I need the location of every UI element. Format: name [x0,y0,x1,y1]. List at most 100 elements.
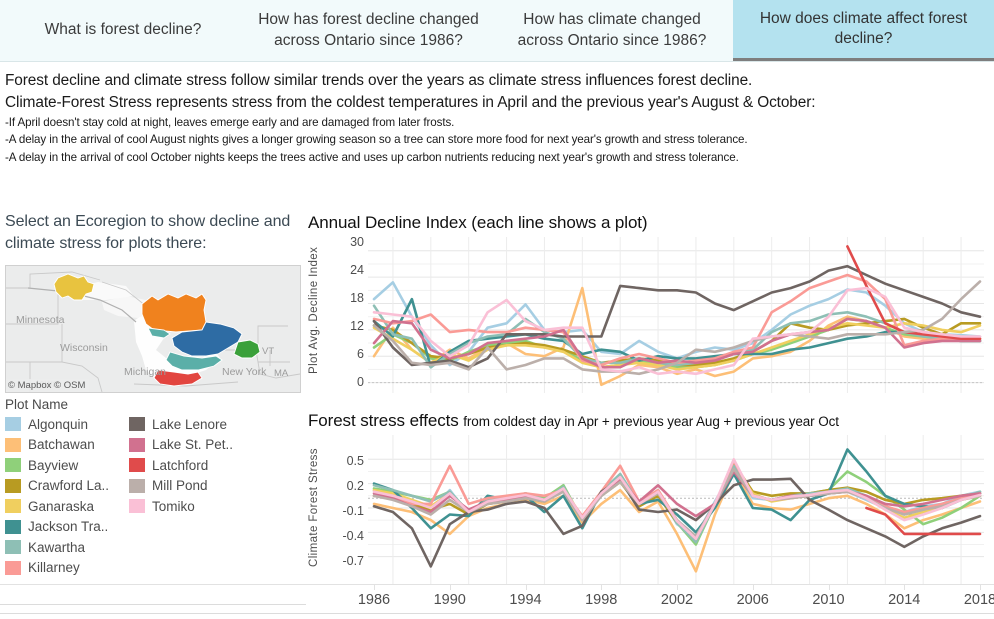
legend-item-jackson-tract[interactable]: Jackson Tra.. [5,517,129,538]
x-tick-1986: 1986 [357,592,391,608]
sidebar-divider [0,604,306,605]
x-tick-1998: 1998 [585,592,618,608]
y-tick: -0.7 [342,554,364,568]
legend-swatch [129,417,145,432]
ecoregion-map[interactable]: Minnesota Wisconsin Michigan New York Io… [5,265,301,394]
question-tab-bar: What is forest decline? How has forest d… [0,0,994,62]
bottom-chart-title: Forest stress effects from coldest day i… [306,411,994,431]
x-tick-2018: 2018 [963,592,994,608]
legend-label: Kawartha [28,539,86,555]
legend-label: Tomiko [152,498,195,514]
legend-swatch [5,540,21,555]
legend-label: Bayview [28,457,79,473]
legend-swatch [5,478,21,493]
top-chart-plot-area[interactable] [368,237,988,395]
legend-item-mill-pond[interactable]: Mill Pond [129,476,253,497]
tab-forest-decline-changed[interactable]: How has forest decline changed across On… [246,0,491,61]
legend-label: Killarney [28,560,80,576]
legend-item-ganaraska[interactable]: Ganaraska [5,496,129,517]
bottom-chart-plot-area[interactable] [368,435,988,585]
top-chart-title-sub: (each line shows a plot) [471,213,648,232]
legend-item-algonquin[interactable]: Algonquin [5,414,129,435]
legend-item-kawartha[interactable]: Kawartha [5,537,129,558]
tab-label: How has forest decline changed across On… [258,11,479,49]
bottom-chart-title-main: Forest stress effects [308,411,459,430]
legend-label: Crawford La.. [28,478,110,494]
tab-climate-affect-decline[interactable]: How does climate affect forest decline? [733,0,994,61]
legend-swatch [129,458,145,473]
legend-item-killarney[interactable]: Killarney [5,558,129,579]
x-tick-mark [525,585,527,590]
legend-label: Lake St. Pet.. [152,437,234,453]
legend-item-lake-lenore[interactable]: Lake Lenore [129,414,253,435]
top-chart-y-ticks: 30 24 18 12 6 0 [326,235,364,389]
legend-swatch [5,499,21,514]
narrative-bullet-3: -A delay in the arrival of cool October … [5,150,739,164]
x-tick-mark [828,585,830,590]
tab-climate-changed[interactable]: How has climate changed across Ontario s… [491,0,733,61]
bottom-chart-title-sub: from coldest day in Apr + previous year … [463,414,839,429]
map-region-orange [141,293,207,333]
y-tick: 0.2 [346,479,364,493]
y-tick: 24 [350,263,364,277]
legend-label: Algonquin [28,416,89,432]
y-tick: 18 [350,291,364,305]
y-tick: 30 [350,235,364,249]
annual-decline-index-chart[interactable]: Plot Avg. Decline Index 30 24 18 12 6 0 [306,235,994,397]
legend-item-batchawan[interactable]: Batchawan [5,435,129,456]
plot-name-legend: Plot Name Algonquin Batchawan Bayview Cr… [5,397,301,578]
x-tick-mark [374,585,375,590]
legend-swatch [5,417,21,432]
y-tick: 0 [357,375,364,389]
x-tick-2014: 2014 [888,592,921,608]
legend-swatch [129,478,145,493]
ecoregion-prompt: Select an Ecoregion to show decline and … [5,213,291,253]
legend-label: Lake Lenore [152,416,228,432]
forest-stress-effects-chart[interactable]: Climate Forest Stress 0.5 0.2 -0.1 -0.4 … [306,435,994,587]
tab-label: How has climate changed across Ontario s… [517,11,707,49]
x-tick-2010: 2010 [812,592,845,608]
legend-label: Latchford [152,457,209,473]
legend-label: Batchawan [28,437,95,453]
top-chart-y-axis-label: Plot Avg. Decline Index [308,246,320,375]
tab-label: What is forest decline? [44,21,202,39]
top-chart-title: Annual Decline Index (each line shows a … [306,205,994,233]
x-tick-mark [601,585,603,590]
narrative-text-block: Forest decline and climate stress follow… [0,62,994,171]
sidebar: Select an Ecoregion to show decline and … [0,205,306,618]
legend-label: Ganaraska [28,498,95,514]
footer-divider [0,613,994,614]
legend-item-crawford-lake[interactable]: Crawford La.. [5,476,129,497]
legend-swatch [5,519,21,534]
x-tick-mark [449,585,451,590]
x-tick-2006: 2006 [736,592,769,608]
legend-column-2: Lake Lenore Lake St. Pet.. Latchford Mil… [129,414,253,578]
y-tick: -0.4 [342,529,364,543]
legend-item-tomiko[interactable]: Tomiko [129,496,253,517]
bottom-chart-y-ticks: 0.5 0.2 -0.1 -0.4 -0.7 [322,435,364,583]
tab-what-is-forest-decline[interactable]: What is forest decline? [0,0,246,61]
y-tick: -0.1 [342,504,364,518]
legend-swatch [5,560,21,575]
narrative-line-2: Climate-Forest Stress represents stress … [5,93,816,111]
x-tick-mark [904,585,906,590]
charts-panel: Annual Decline Index (each line shows a … [306,205,994,618]
x-tick-mark [980,585,981,590]
x-tick-1990: 1990 [433,592,466,608]
legend-item-latchford[interactable]: Latchford [129,455,253,476]
legend-label: Mill Pond [152,478,208,494]
map-svg[interactable] [6,266,300,393]
top-chart-title-main: Annual Decline Index [308,213,467,232]
legend-item-lake-st-peter[interactable]: Lake St. Pet.. [129,435,253,456]
map-attribution: © Mapbox © OSM [6,379,90,393]
x-tick-mark [752,585,754,590]
narrative-bullet-1: -If April doesn't stay cold at night, le… [5,115,455,129]
x-tick-2002: 2002 [660,592,694,608]
y-tick: 12 [350,319,364,333]
legend-item-bayview[interactable]: Bayview [5,455,129,476]
legend-swatch [129,437,145,452]
map-region-green [233,339,261,359]
x-tick-mark [677,585,678,590]
y-tick: 6 [357,347,364,361]
legend-title: Plot Name [5,397,69,413]
